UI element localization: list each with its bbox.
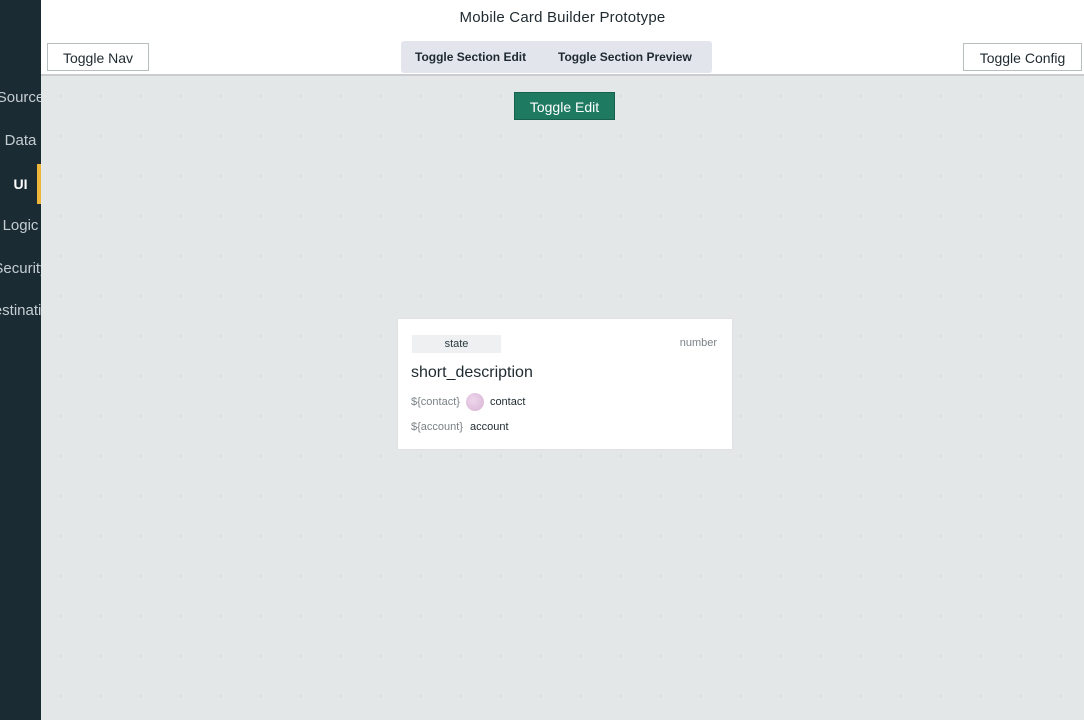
sidebar-item-security[interactable]: Security (0, 249, 41, 289)
account-variable-label: ${account} (411, 421, 463, 433)
short-description-field: short_description (411, 364, 533, 381)
section-toggle-group: Toggle Section Edit Toggle Section Previ… (401, 41, 712, 73)
sidebar-item-label: Destination (0, 302, 41, 319)
account-value: account (470, 421, 509, 433)
sidebar-item-label: Logic (2, 217, 39, 234)
toggle-edit-button[interactable]: Toggle Edit (514, 92, 615, 120)
contact-value: contact (489, 396, 526, 408)
avatar (465, 393, 484, 411)
sidebar-item-logic[interactable]: Logic (0, 206, 41, 246)
sidebar-item-ui[interactable]: UI (0, 164, 41, 204)
toggle-section-edit-button[interactable]: Toggle Section Edit (415, 41, 526, 73)
sidebar-nav: Source Data UI Logic Security Destinatio… (0, 0, 41, 720)
sidebar-item-label: Security (0, 260, 41, 277)
state-badge: state (412, 335, 501, 353)
contact-row: ${contact} contact (411, 393, 525, 411)
sidebar-item-data[interactable]: Data (0, 121, 41, 161)
contact-variable-label: ${contact} (411, 396, 460, 408)
sidebar-item-label: UI (13, 176, 28, 192)
builder-canvas: Toggle Edit state number short_descripti… (41, 76, 1084, 720)
top-header: Mobile Card Builder Prototype Toggle Nav… (41, 0, 1084, 76)
number-field: number (679, 337, 717, 349)
account-row: ${account} account (411, 418, 509, 436)
toggle-nav-button[interactable]: Toggle Nav (47, 43, 149, 71)
toggle-config-button[interactable]: Toggle Config (963, 43, 1082, 71)
preview-card[interactable]: state number short_description ${contact… (398, 319, 732, 449)
sidebar-item-label: Source (0, 89, 41, 106)
sidebar-item-label: Data (4, 132, 37, 149)
page-title: Mobile Card Builder Prototype (459, 9, 666, 26)
sidebar-item-destination[interactable]: Destination (0, 291, 41, 331)
toggle-section-preview-button[interactable]: Toggle Section Preview (558, 41, 692, 73)
sidebar-item-source[interactable]: Source (0, 78, 41, 118)
